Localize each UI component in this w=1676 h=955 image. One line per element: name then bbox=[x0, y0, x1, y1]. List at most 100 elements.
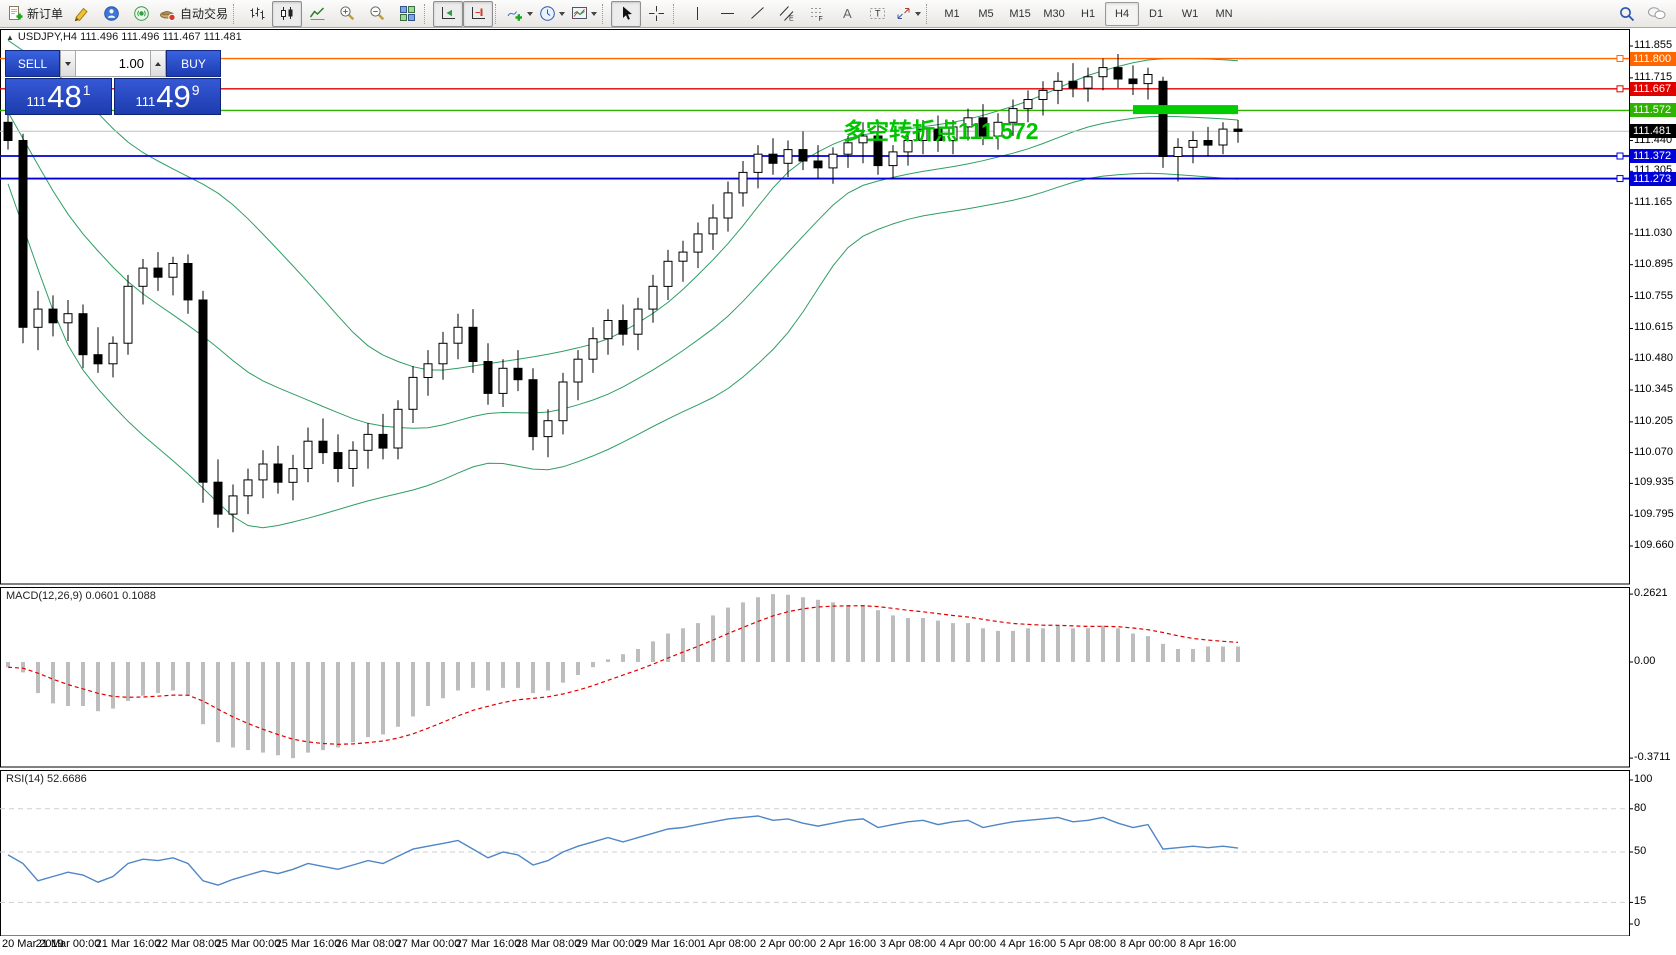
trendline-button[interactable] bbox=[742, 1, 772, 27]
time-axis-label: 25 Mar 16:00 bbox=[276, 938, 341, 950]
candle-body bbox=[79, 314, 87, 355]
cursor-button[interactable] bbox=[611, 1, 641, 27]
price-axis-tick: 110.480 bbox=[1634, 352, 1673, 364]
time-axis-label: 21 Mar 00:00 bbox=[36, 938, 101, 950]
price-level-badge: 111.273 bbox=[1630, 172, 1676, 186]
macd-signal-line bbox=[8, 606, 1238, 745]
candle-body bbox=[304, 441, 312, 468]
auto-scroll-button[interactable] bbox=[433, 1, 463, 27]
collapse-chart-icon[interactable]: ▲ bbox=[6, 33, 14, 42]
timeframe-M5[interactable]: M5 bbox=[969, 2, 1003, 26]
timeframe-D1[interactable]: D1 bbox=[1139, 2, 1173, 26]
candle-body bbox=[574, 359, 582, 382]
zoom-out-button[interactable] bbox=[362, 1, 392, 27]
one-click-trading-panel: SELL BUY 111 48 1 111 49 9 bbox=[5, 50, 221, 115]
candle-body bbox=[484, 362, 492, 394]
candle-body bbox=[229, 496, 237, 514]
bar-chart-button[interactable] bbox=[242, 1, 272, 27]
price-level-marker bbox=[1617, 153, 1623, 159]
text-label-icon: T bbox=[869, 5, 886, 22]
timeframe-MN[interactable]: MN bbox=[1207, 2, 1241, 26]
text-icon: A bbox=[839, 5, 856, 22]
timeframe-M30[interactable]: M30 bbox=[1037, 2, 1071, 26]
chart-canvas[interactable] bbox=[0, 28, 1676, 955]
time-axis-label: 25 Mar 00:00 bbox=[216, 938, 281, 950]
dropdown-caret-icon bbox=[527, 12, 533, 16]
price-level-marker bbox=[1617, 176, 1623, 182]
time-axis-label: 28 Mar 08:00 bbox=[516, 938, 581, 950]
equidistant-channel-button[interactable]: E bbox=[772, 1, 802, 27]
candle-body bbox=[889, 152, 897, 166]
buy-price-sup: 9 bbox=[192, 82, 200, 98]
time-axis-label: 29 Mar 00:00 bbox=[576, 938, 641, 950]
timeframe-W1[interactable]: W1 bbox=[1173, 2, 1207, 26]
zoom-in-button[interactable] bbox=[332, 1, 362, 27]
price-axis-tick: 110.615 bbox=[1634, 321, 1673, 333]
time-axis-label: 27 Mar 16:00 bbox=[456, 938, 521, 950]
macd-indicator-label: MACD(12,26,9) 0.0601 0.1088 bbox=[6, 590, 156, 602]
volume-increase-button[interactable] bbox=[150, 50, 166, 77]
candle-body bbox=[1114, 68, 1122, 79]
text-button[interactable]: A bbox=[832, 1, 862, 27]
candle-body bbox=[739, 172, 747, 193]
candlestick-chart-button[interactable] bbox=[272, 1, 302, 27]
sell-button[interactable]: SELL bbox=[5, 50, 60, 77]
tile-windows-icon bbox=[399, 5, 416, 22]
metaeditor-icon bbox=[73, 5, 90, 22]
buy-price-display[interactable]: 111 49 9 bbox=[114, 78, 221, 115]
templates-button[interactable] bbox=[568, 1, 600, 27]
auto-trading-button[interactable]: 自动交易 bbox=[156, 1, 231, 27]
volume-decrease-button[interactable] bbox=[60, 50, 76, 77]
timeframe-M15[interactable]: M15 bbox=[1003, 2, 1037, 26]
candle-body bbox=[379, 434, 387, 448]
candle-body bbox=[124, 286, 132, 343]
timeframe-M1[interactable]: M1 bbox=[935, 2, 969, 26]
macd-axis-tick: 0.2621 bbox=[1634, 587, 1668, 599]
candle-body bbox=[439, 343, 447, 364]
candle-body bbox=[1174, 147, 1182, 156]
candle-body bbox=[274, 464, 282, 482]
timeframe-H4[interactable]: H4 bbox=[1105, 2, 1139, 26]
tile-windows-button[interactable] bbox=[392, 1, 422, 27]
search-button[interactable] bbox=[1612, 1, 1642, 27]
periods-button[interactable] bbox=[536, 1, 568, 27]
candle-body bbox=[469, 327, 477, 361]
bollinger-lower-band bbox=[8, 173, 1238, 528]
horizontal-line-button[interactable] bbox=[712, 1, 742, 27]
sell-price-display[interactable]: 111 48 1 bbox=[5, 78, 112, 115]
time-axis-label: 2 Apr 16:00 bbox=[820, 938, 876, 950]
svg-text:T: T bbox=[875, 9, 881, 19]
text-label-button[interactable]: T bbox=[862, 1, 892, 27]
price-level-marker bbox=[1617, 56, 1623, 62]
vertical-line-button[interactable] bbox=[682, 1, 712, 27]
candle-body bbox=[1054, 81, 1062, 90]
time-axis-label: 1 Apr 08:00 bbox=[700, 938, 756, 950]
volume-input[interactable] bbox=[76, 50, 150, 77]
price-axis-tick: 109.935 bbox=[1634, 476, 1674, 488]
new-order-button[interactable]: 新订单 bbox=[4, 1, 66, 27]
chart-shift-button[interactable] bbox=[463, 1, 493, 27]
line-chart-button[interactable] bbox=[302, 1, 332, 27]
price-level-badge: 111.481 bbox=[1630, 124, 1676, 138]
zoom-in-icon bbox=[339, 5, 356, 22]
chat-button[interactable] bbox=[1642, 1, 1672, 27]
arrows-button[interactable] bbox=[892, 1, 924, 27]
candle-body bbox=[1099, 68, 1107, 77]
crosshair-button[interactable] bbox=[641, 1, 671, 27]
timeframe-H1[interactable]: H1 bbox=[1071, 2, 1105, 26]
annotation-text[interactable]: 多空转折点111.572 bbox=[843, 112, 1039, 146]
bar-chart-icon bbox=[249, 5, 266, 22]
buy-button[interactable]: BUY bbox=[166, 50, 221, 77]
signals-button[interactable] bbox=[126, 1, 156, 27]
candlestick-chart-icon bbox=[279, 5, 296, 22]
indicators-button[interactable] bbox=[504, 1, 536, 27]
buy-price-big: 49 bbox=[156, 81, 190, 112]
sell-price-sup: 1 bbox=[83, 82, 91, 98]
chart-shift-icon bbox=[470, 5, 487, 22]
dropdown-caret-icon bbox=[591, 12, 597, 16]
metaeditor-button[interactable] bbox=[66, 1, 96, 27]
candle-body bbox=[799, 150, 807, 161]
community-button[interactable] bbox=[96, 1, 126, 27]
fibonacci-button[interactable]: F bbox=[802, 1, 832, 27]
support-bar-object[interactable] bbox=[1133, 105, 1238, 114]
